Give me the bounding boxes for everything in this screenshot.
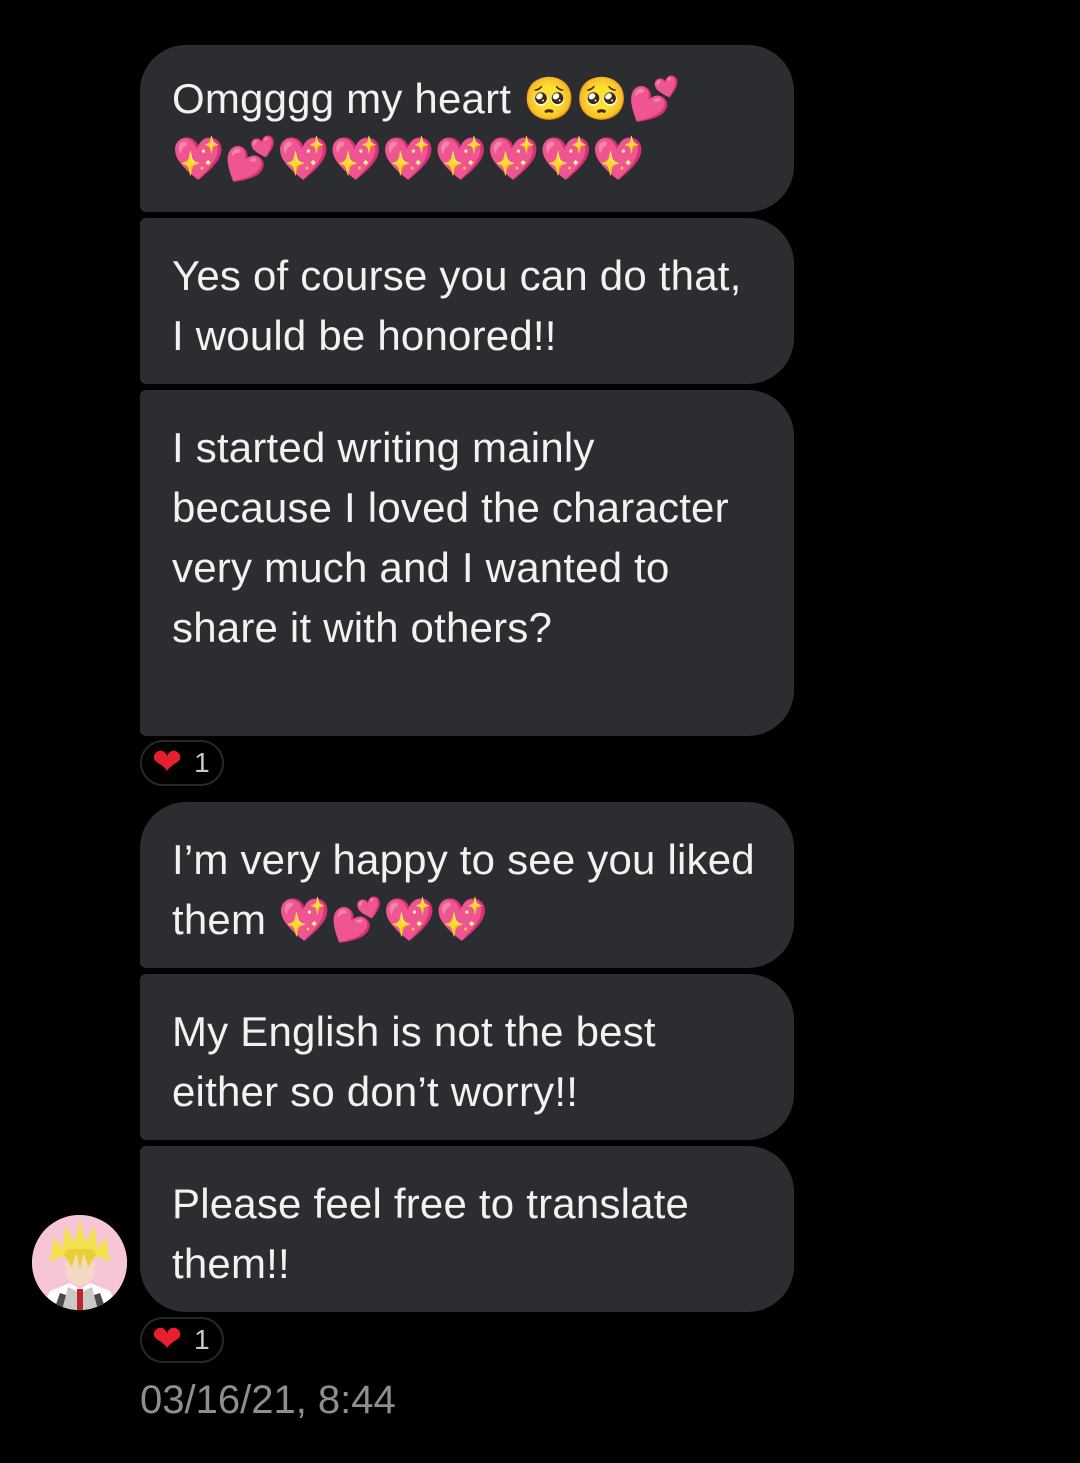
message-bubble[interactable]: Yes of course you can do that, I would b… — [140, 218, 794, 384]
reaction-badge[interactable]: ❤ 1 — [140, 740, 224, 786]
message-thread: Omgggg my heart 🥺🥺💕 💖💕💖💖💖💖💖💖💖 Yes of cou… — [140, 45, 794, 742]
red-heart-icon: ❤ — [152, 1319, 183, 1360]
message-bubble[interactable]: Please feel free to translate them!! — [140, 1146, 794, 1312]
message-text: Omgggg my heart — [172, 75, 524, 122]
emoji-sparkling-hearts: 💖💕💖💖💖💖💖💖💖 — [172, 134, 645, 183]
emoji-sparkling-hearts: 💖💕💖💖 — [278, 895, 489, 944]
reaction-count: 1 — [194, 1324, 210, 1355]
message-bubble[interactable]: I’m very happy to see you liked them 💖💕💖… — [140, 802, 794, 968]
message-bubble[interactable]: I started writing mainly because I loved… — [140, 390, 794, 736]
message-text: My English is not the best either so don… — [172, 1008, 656, 1115]
reaction-count: 1 — [194, 747, 210, 778]
reaction-badge[interactable]: ❤ 1 — [140, 1317, 224, 1363]
message-thread-2: I’m very happy to see you liked them 💖💕💖… — [140, 802, 794, 1318]
message-bubble[interactable]: My English is not the best either so don… — [140, 974, 794, 1140]
avatar[interactable] — [32, 1215, 127, 1310]
message-timestamp: 03/16/21, 8:44 — [140, 1378, 396, 1422]
red-heart-icon: ❤ — [152, 742, 183, 783]
message-text: Please feel free to translate them!! — [172, 1180, 690, 1287]
message-text: I started writing mainly because I loved… — [172, 424, 729, 651]
message-bubble[interactable]: Omgggg my heart 🥺🥺💕 💖💕💖💖💖💖💖💖💖 — [140, 45, 794, 212]
anime-character-avatar-icon — [32, 1215, 127, 1310]
emoji-pleading-hearts: 🥺🥺💕 — [523, 74, 681, 123]
message-text: Yes of course you can do that, I would b… — [172, 252, 742, 359]
